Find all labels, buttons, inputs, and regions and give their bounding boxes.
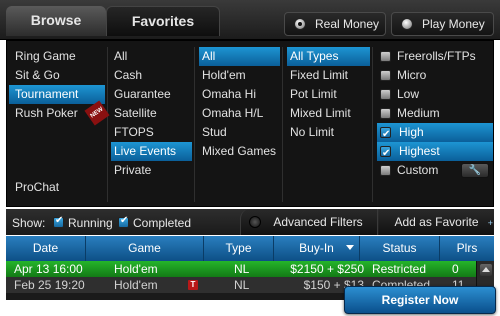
play-money-label: Play Money (422, 17, 485, 31)
buyin-header-label: Buy-In (299, 241, 334, 255)
cell-type: NL (234, 262, 250, 276)
category-guarantee[interactable]: Guarantee (109, 85, 194, 104)
stake-label: Medium (397, 106, 440, 120)
play-money-radio-icon[interactable] (401, 18, 413, 30)
cell-type: NL (234, 278, 250, 292)
checkbox-icon[interactable] (380, 165, 391, 176)
register-now-button[interactable]: Register Now (344, 286, 496, 314)
category-column: All Cash Guarantee Satellite FTOPS Live … (109, 47, 195, 202)
checkbox-icon[interactable] (380, 108, 391, 119)
play-money-option[interactable]: Play Money (391, 12, 494, 36)
stake-label: High (399, 125, 424, 139)
column-header-type[interactable]: Type (204, 236, 274, 261)
cell-buyin: $2150 + $250 (290, 262, 364, 276)
game-omaha-hl[interactable]: Omaha H/L (197, 104, 282, 123)
cell-date: Apr 13 16:00 (14, 262, 83, 276)
real-money-label: Real Money (315, 17, 380, 31)
stake-label: Highest (399, 144, 440, 158)
stake-low[interactable]: Low (375, 85, 495, 104)
cell-game: Hold'em (114, 262, 158, 276)
game-stud[interactable]: Stud (197, 123, 282, 142)
real-money-radio-icon[interactable] (294, 18, 306, 30)
completed-label: Completed (133, 216, 192, 230)
column-header-date[interactable]: Date (6, 236, 86, 261)
stake-high[interactable]: High (377, 123, 493, 144)
checkbox-icon[interactable] (380, 51, 391, 62)
top-bar: Browse Favorites Real Money Play Money (0, 0, 500, 40)
game-holdem[interactable]: Hold'em (197, 66, 282, 85)
stake-highest[interactable]: Highest (377, 142, 493, 163)
cell-date: Feb 25 19:20 (14, 278, 85, 292)
column-header-buyin[interactable]: Buy-In (274, 236, 360, 261)
plus-icon: + (487, 218, 493, 228)
game-column: All Hold'em Omaha Hi Omaha H/L Stud Mixe… (197, 47, 283, 202)
cell-plrs: 0 (452, 262, 459, 276)
table-header: Date Game Type Buy-In Status Plrs (6, 236, 494, 261)
stake-label: Low (397, 87, 420, 101)
show-bar: Show: Running Completed Advanced Filters… (6, 209, 494, 235)
stake-label: Custom (397, 163, 439, 177)
stake-medium[interactable]: Medium (375, 104, 495, 123)
column-header-plrs[interactable]: Plrs (440, 236, 494, 261)
checkbox-checked-icon[interactable] (380, 125, 391, 144)
game-all[interactable]: All (199, 47, 280, 66)
tournament-t-icon: T (188, 280, 198, 290)
category-cash[interactable]: Cash (109, 66, 194, 85)
cell-status: Restricted (372, 262, 427, 276)
category-satellite[interactable]: Satellite (109, 104, 194, 123)
scroll-up-arrow-icon[interactable] (480, 264, 492, 276)
lobby-window: Browse Favorites Real Money Play Money R… (0, 0, 500, 316)
add-favorite-button[interactable]: Add as Favorite + (379, 209, 494, 235)
tab-favorites[interactable]: Favorites (106, 6, 220, 36)
checkbox-icon[interactable] (380, 70, 391, 81)
running-label: Running (68, 216, 113, 230)
advanced-filters-label: Advanced Filters (273, 215, 363, 229)
show-running-toggle[interactable]: Running (53, 215, 113, 230)
stake-custom[interactable]: Custom 🔧 (375, 161, 495, 180)
game-type-ring-game[interactable]: Ring Game (7, 47, 107, 66)
checkbox-icon[interactable] (380, 89, 391, 100)
category-live-events[interactable]: Live Events (111, 142, 192, 161)
category-private[interactable]: Private (109, 161, 194, 180)
stake-micro[interactable]: Micro (375, 66, 495, 85)
game-omaha-hi[interactable]: Omaha Hi (197, 85, 282, 104)
checkbox-checked-icon[interactable] (380, 144, 391, 163)
limit-pot[interactable]: Pot Limit (285, 85, 372, 104)
limit-all-types[interactable]: All Types (287, 47, 370, 66)
rush-poker-label: Rush Poker (15, 106, 78, 120)
show-completed-toggle[interactable]: Completed (118, 215, 192, 230)
prochat-link[interactable]: ProChat (15, 180, 59, 194)
tab-browse[interactable]: Browse (6, 6, 106, 36)
wrench-icon[interactable]: 🔧 (461, 163, 489, 178)
stake-freerolls[interactable]: Freerolls/FTPs (375, 47, 495, 66)
sort-desc-icon (346, 245, 354, 250)
toggle-knob-icon (249, 216, 261, 228)
limit-mixed[interactable]: Mixed Limit (285, 104, 372, 123)
cell-game: Hold'em (114, 278, 158, 292)
show-label: Show: (12, 216, 46, 230)
game-mixed-games[interactable]: Mixed Games (197, 142, 282, 161)
new-badge: NEW (84, 100, 110, 126)
real-money-option[interactable]: Real Money (284, 12, 386, 36)
stake-label: Micro (397, 68, 427, 82)
category-all[interactable]: All (109, 47, 194, 66)
stake-label: Freerolls/FTPs (397, 49, 476, 63)
limit-column: All Types Fixed Limit Pot Limit Mixed Li… (285, 47, 373, 202)
advanced-filters-button[interactable]: Advanced Filters (240, 209, 378, 235)
table-row[interactable]: Apr 13 16:00 Hold'em NL $2150 + $250 Res… (6, 261, 476, 277)
checkbox-checked-icon[interactable] (118, 215, 129, 228)
limit-no-limit[interactable]: No Limit (285, 123, 372, 142)
column-header-game[interactable]: Game (86, 236, 204, 261)
category-ftops[interactable]: FTOPS (109, 123, 194, 142)
game-type-tournament[interactable]: Tournament (9, 85, 105, 104)
game-type-sit-and-go[interactable]: Sit & Go (7, 66, 107, 85)
stakes-column: Freerolls/FTPs Micro Low Medium High Hig… (375, 47, 495, 202)
column-header-status[interactable]: Status (360, 236, 440, 261)
add-favorite-label: Add as Favorite (394, 215, 479, 229)
game-type-column: Ring Game Sit & Go Tournament Rush Poker… (7, 47, 110, 202)
game-type-rush-poker[interactable]: Rush Poker NEW (7, 100, 110, 126)
limit-fixed[interactable]: Fixed Limit (285, 66, 372, 85)
checkbox-checked-icon[interactable] (53, 215, 64, 228)
filter-panel: Ring Game Sit & Go Tournament Rush Poker… (6, 40, 494, 207)
